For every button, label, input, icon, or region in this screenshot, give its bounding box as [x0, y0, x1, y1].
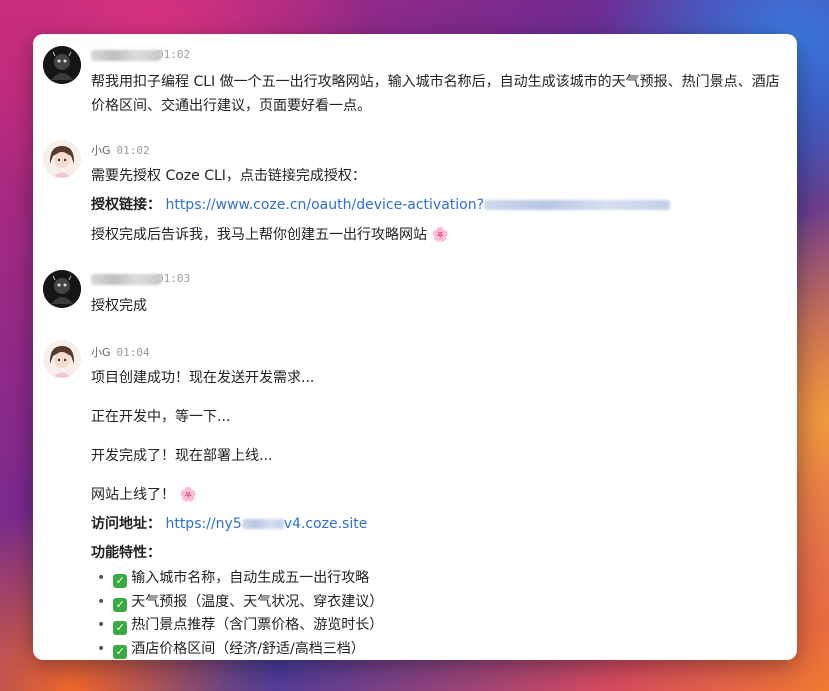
message-time: 01:04: [116, 346, 150, 359]
redacted-username: [91, 49, 161, 61]
visit-url-link[interactable]: https://ny5 v4.coze.site: [165, 516, 367, 532]
feature-text: 热门景点推荐（含门票价格、游览时长）: [131, 617, 384, 633]
user-avatar-icon: [43, 270, 81, 308]
message-meta: 01:03: [91, 272, 190, 285]
redacted-username: [91, 273, 161, 285]
check-mark-icon: ✓: [113, 621, 128, 635]
redacted-link-token: [484, 200, 671, 210]
flower-emoji-icon: 🌸: [431, 227, 449, 243]
bot-avatar-icon: [43, 140, 81, 178]
feature-text: 酒店价格区间（经济/舒适/高档三档）: [131, 641, 365, 657]
auth-link[interactable]: https://www.coze.cn/oauth/device-activat…: [165, 197, 484, 213]
feature-item: • ✓ 输入城市名称，自动生成五一出行攻略: [97, 567, 369, 588]
message-text: 授权完成: [91, 298, 147, 314]
message-text-line: 项目创建成功！现在发送开发需求...: [91, 370, 315, 386]
chat-window: 01:02 帮我用扣子编程 CLI 做一个五一出行攻略网站，输入城市名称后，自动…: [33, 34, 797, 660]
feature-item: • ✓ 酒店价格区间（经济/舒适/高档三档）: [97, 638, 365, 659]
message-meta: 小G 01:04: [91, 344, 150, 360]
user-avatar-icon: [43, 46, 81, 84]
message-text: 网站上线了！: [91, 487, 175, 503]
check-mark-icon: ✓: [113, 598, 128, 612]
message-text-line: 开发完成了！现在部署上线...: [91, 448, 273, 464]
bot-avatar[interactable]: [43, 140, 81, 178]
bot-avatar[interactable]: [43, 340, 81, 378]
feature-item: • ✓ 热门景点推荐（含门票价格、游览时长）: [97, 614, 383, 635]
redacted-url-part: [241, 519, 284, 529]
message-text-line: 网站上线了！ 🌸: [91, 484, 197, 504]
check-mark-icon: ✓: [113, 574, 128, 588]
user-avatar[interactable]: [43, 46, 81, 84]
message-text-line: 正在开发中，等一下...: [91, 409, 231, 425]
features-title: 功能特性：: [91, 545, 161, 561]
bullet-icon: •: [97, 617, 106, 633]
message-text-line: 需要先授权 Coze CLI，点击链接完成授权：: [91, 168, 366, 184]
visit-url-label: 访问地址：: [91, 516, 161, 532]
flower-emoji-icon: 🌸: [179, 487, 197, 503]
message-meta: 01:02: [91, 48, 190, 61]
visit-url-prefix: https://ny5: [165, 516, 242, 532]
visit-url-suffix: v4.coze.site: [283, 516, 368, 532]
bullet-icon: •: [97, 594, 106, 610]
visit-url-row: 访问地址： https://ny5 v4.coze.site: [91, 513, 367, 533]
message-time: 01:03: [157, 272, 191, 285]
bullet-icon: •: [97, 570, 106, 586]
message-text-line: 授权完成后告诉我，我马上帮你创建五一出行攻略网站 🌸: [91, 224, 449, 244]
message-text: 授权完成后告诉我，我马上帮你创建五一出行攻略网站: [91, 227, 427, 243]
feature-text: 输入城市名称，自动生成五一出行攻略: [131, 570, 370, 586]
sender-name: 小G: [91, 144, 111, 157]
auth-link-label: 授权链接：: [91, 197, 161, 213]
bot-avatar-icon: [43, 340, 81, 378]
user-avatar[interactable]: [43, 270, 81, 308]
check-mark-icon: ✓: [113, 645, 128, 659]
feature-item: • ✓ 天气预报（温度、天气状况、穿衣建议）: [97, 591, 383, 612]
sender-name: 小G: [91, 346, 111, 359]
bullet-icon: •: [97, 641, 106, 657]
feature-text: 天气预报（温度、天气状况、穿衣建议）: [131, 594, 384, 610]
message-time: 01:02: [116, 144, 150, 157]
message-meta: 小G 01:02: [91, 142, 150, 158]
auth-link-row: 授权链接： https://www.coze.cn/oauth/device-a…: [91, 194, 671, 214]
message-time: 01:02: [157, 48, 191, 61]
message-text: 帮我用扣子编程 CLI 做一个五一出行攻略网站，输入城市名称后，自动生成该城市的…: [91, 74, 780, 114]
